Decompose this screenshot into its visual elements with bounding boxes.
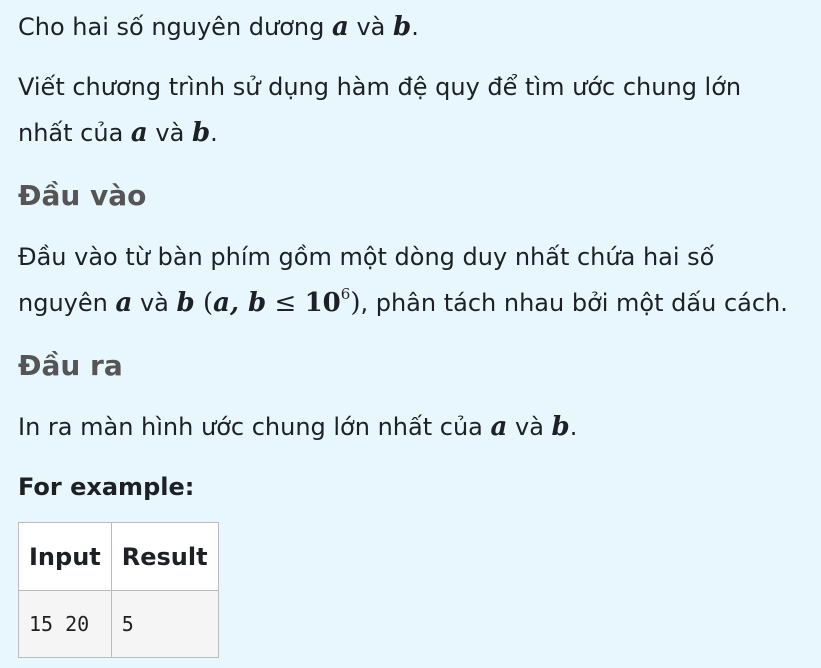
column-header-result: Result [110, 522, 219, 591]
cell-input: 15 20 [18, 590, 112, 658]
math-base: 10 [304, 288, 341, 318]
math-var-b: b [393, 12, 412, 42]
output-description: In ra màn hình ước chung lớn nhất của a … [18, 404, 577, 450]
table-row: 15 20 5 [18, 590, 219, 658]
math-var-b: b [551, 412, 570, 442]
math-var-a: a [115, 288, 133, 318]
text: nguyên [18, 289, 116, 317]
text: . [411, 13, 419, 41]
math-var-a: a [490, 412, 508, 442]
math-var-a: a [331, 12, 349, 42]
cell-result: 5 [110, 590, 219, 658]
table-header-row: Input Result [18, 522, 219, 591]
text: và [348, 13, 394, 41]
math-var-b: b [191, 118, 211, 148]
intro-paragraph-2: Viết chương trình sử dụng hàm đệ quy để … [18, 64, 741, 156]
intro-line-1: Cho hai số nguyên dương a và b. [18, 4, 419, 50]
input-heading: Đầu vào [18, 179, 147, 212]
text: Cho hai số nguyên dương [18, 13, 332, 41]
paren-open: ( [202, 288, 214, 318]
text: Đầu vào từ bàn phím gồm một dòng duy nhấ… [18, 243, 715, 271]
text: và [507, 413, 552, 441]
math-exponent: 6 [340, 285, 351, 303]
math-var-a: a [130, 118, 148, 148]
example-table: Input Result 15 20 5 [18, 522, 219, 658]
text: và [147, 119, 192, 147]
text: và [132, 289, 177, 317]
text: Viết chương trình sử dụng hàm đệ quy để … [18, 73, 742, 101]
text: , phân tách nhau bởi một dấu cách. [360, 289, 788, 317]
le-symbol: ≤ [266, 288, 305, 318]
math-vars-ab: a, b [213, 288, 267, 318]
output-heading: Đầu ra [18, 349, 123, 382]
column-header-input: Input [18, 522, 112, 591]
math-var-b: b [176, 288, 195, 318]
text: . [569, 413, 578, 441]
paren-close: ) [350, 288, 361, 318]
text: . [210, 119, 218, 147]
example-label: For example: [18, 473, 195, 501]
text: In ra màn hình ước chung lớn nhất của [18, 413, 491, 441]
text: nhất của [18, 119, 131, 147]
math-constraint: (a, b ≤ 106) [195, 285, 361, 319]
input-description: Đầu vào từ bàn phím gồm một dòng duy nhấ… [18, 234, 788, 326]
